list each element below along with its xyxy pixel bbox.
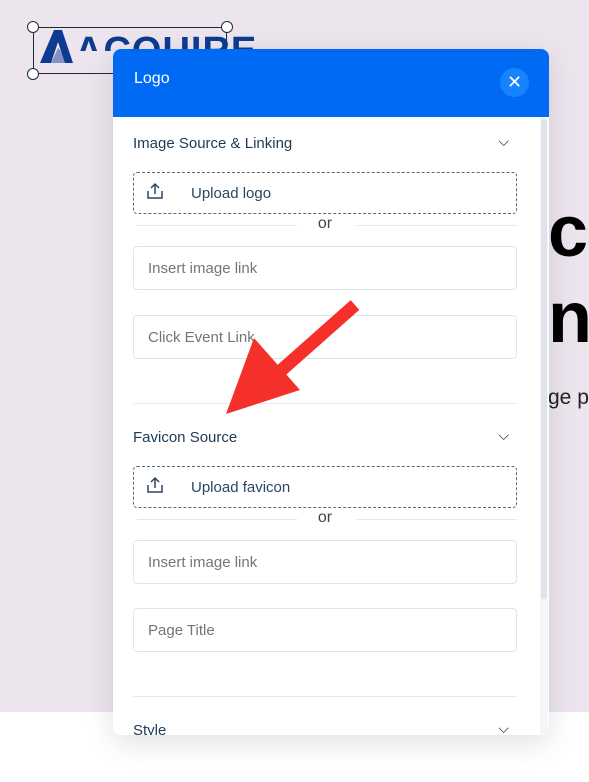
- upload-label: Upload logo: [191, 185, 272, 202]
- chevron-down-icon: ⌵: [498, 427, 509, 443]
- chevron-down-icon: ⌵: [498, 720, 509, 735]
- section-header-favicon-source[interactable]: Favicon Source ⌵: [133, 427, 517, 446]
- logo-mark-icon: [40, 30, 73, 63]
- favicon-image-link-input[interactable]: [133, 540, 517, 584]
- upload-favicon-button[interactable]: Upload favicon: [133, 466, 517, 508]
- upload-icon: [147, 476, 163, 493]
- panel-title: Logo: [134, 70, 170, 87]
- close-button[interactable]: ✕: [500, 68, 529, 97]
- page-title-input[interactable]: [133, 608, 517, 652]
- or-label: or: [317, 215, 333, 232]
- hero-subtext: ge pe: [548, 386, 589, 409]
- divider: [133, 403, 517, 404]
- panel-header: Logo ✕: [113, 49, 549, 117]
- chevron-down-icon: ⌵: [498, 133, 509, 149]
- image-link-input[interactable]: [133, 246, 517, 290]
- hero-heading-line2: n: [548, 278, 589, 358]
- resize-handle[interactable]: [27, 68, 39, 80]
- or-separator: or: [133, 509, 517, 529]
- or-label: or: [317, 509, 333, 526]
- section-header-style[interactable]: Style ⌵: [133, 720, 517, 735]
- logo-settings-panel: Logo ✕ Image Source & Linking ⌵ Upload l…: [113, 49, 549, 735]
- section-title: Favicon Source: [133, 429, 238, 446]
- section-title: Image Source & Linking: [133, 135, 293, 152]
- click-event-link-input[interactable]: [133, 315, 517, 359]
- resize-handle[interactable]: [27, 21, 39, 33]
- section-title: Style: [133, 722, 167, 735]
- upload-label: Upload favicon: [191, 479, 291, 496]
- divider: [133, 696, 517, 697]
- scrollbar-thumb[interactable]: [541, 119, 547, 599]
- scrollbar[interactable]: [540, 117, 548, 735]
- upload-logo-button[interactable]: Upload logo: [133, 172, 517, 214]
- upload-icon: [147, 182, 163, 199]
- or-separator: or: [133, 215, 517, 235]
- resize-handle[interactable]: [221, 21, 233, 33]
- close-icon: ✕: [506, 72, 523, 92]
- section-header-image-source[interactable]: Image Source & Linking ⌵: [133, 133, 517, 152]
- hero-heading-line1: c: [548, 192, 589, 272]
